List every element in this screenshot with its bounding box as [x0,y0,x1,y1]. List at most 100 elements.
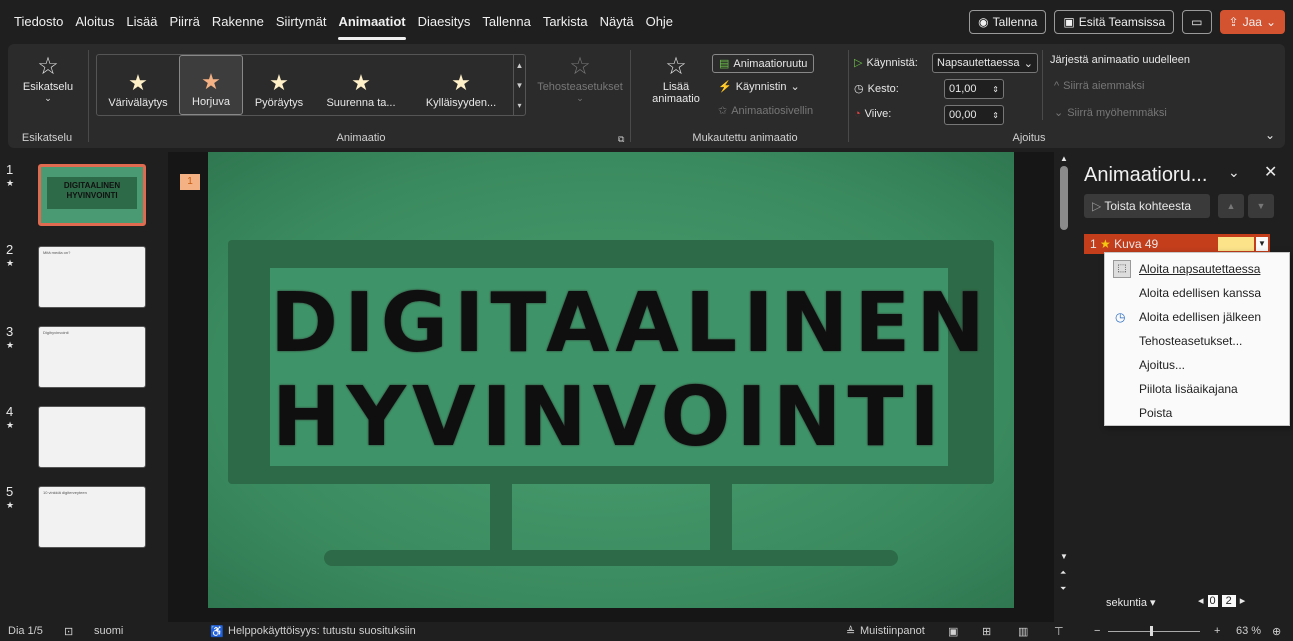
editor-scrollbar[interactable]: ▲ ▼ ⏶ ⏷ [1054,152,1076,622]
title-line-2[interactable]: HYVINVOINTI [270,370,948,465]
anim-teeter[interactable]: ★ Horjuva [179,55,243,115]
tab-transitions[interactable]: Siirtymät [270,0,333,44]
slide-canvas[interactable]: DIGITAALINEN HYVINVOINTI [208,152,1014,608]
menu-start-with-previous[interactable]: Aloita edellisen kanssa [1105,281,1289,305]
tab-slideshow[interactable]: Diaesitys [412,0,477,44]
slide-thumbnail-4[interactable] [38,406,146,468]
add-animation-button[interactable]: ☆ Lisää animaatio [648,52,704,105]
previous-slide-icon[interactable]: ⏶ [1060,568,1066,578]
notes-button[interactable]: Muistiinpanot [860,625,925,637]
slideshow-icon[interactable]: ⊤ [1054,625,1064,638]
slide-thumbnail-5[interactable]: 10 vinkkiä digiterveyteen [38,486,146,548]
anim-desaturate[interactable]: ★ Kylläisyyden... [411,55,511,115]
zoom-thumb[interactable] [1150,626,1153,636]
tab-review[interactable]: Tarkista [537,0,594,44]
spinner-icon[interactable]: ⇕ [992,85,999,94]
anim-spin[interactable]: ★ Pyöräytys [247,55,311,115]
animation-star-icon: ★ [6,420,15,430]
menu-start-after-previous[interactable]: ◷ Aloita edellisen jälkeen [1105,305,1289,329]
effect-options-button[interactable]: ☆ Tehosteasetukset ⌄ [532,52,628,104]
slide-thumbnail-3[interactable]: Digihyvinvointi [38,326,146,388]
move-up-button[interactable]: ▲ [1218,194,1244,218]
chevron-up-icon[interactable]: ▲ [516,61,524,70]
language-indicator[interactable]: suomi [94,625,123,637]
menu-timing[interactable]: Ajoitus... [1105,353,1289,377]
comments-button[interactable]: ▭ [1182,10,1212,34]
gallery-scroll[interactable]: ▲ ▼ ▾ [513,55,525,115]
seconds-dropdown[interactable]: sekuntia ▾ [1106,596,1156,609]
move-down-button[interactable]: ▼ [1248,194,1274,218]
tab-file[interactable]: Tiedosto [8,0,69,44]
item-number: 1 [1090,237,1097,251]
top-buttons: ◉ Tallenna ▣ Esitä Teamsissa ▭ ⇪ Jaa ⌄ [969,10,1285,34]
normal-view-icon[interactable]: ▣ [948,625,958,638]
tab-record[interactable]: Tallenna [476,0,536,44]
zoom-slider[interactable] [1108,631,1200,632]
menu-effect-options[interactable]: Tehosteasetukset... [1105,329,1289,353]
move-earlier-button[interactable]: ^ Siirrä aiemmaksi [1054,80,1144,92]
spinner-icon[interactable]: ⇕ [992,111,999,120]
title-line-1[interactable]: DIGITAALINEN [270,276,985,371]
star-icon: ★ [451,70,471,95]
chevron-right-icon[interactable]: ▸ [1240,594,1246,607]
trigger-button[interactable]: ⚡ Käynnistin ⌄ [718,80,800,94]
next-slide-icon[interactable]: ⏷ [1060,584,1066,594]
scroll-thumb[interactable] [1060,166,1068,230]
pane-icon: ▤ [719,58,730,70]
preview-button[interactable]: ☆ Esikatselu ⌄ [20,52,76,104]
pane-options-icon[interactable]: ⌄ [1228,164,1240,181]
slide-thumbnail-2[interactable]: Mitä media on? [38,246,146,308]
tab-animations[interactable]: Animaatiot [332,0,411,44]
move-later-button[interactable]: ⌄ Siirrä myöhemmäksi [1054,106,1167,120]
present-teams-button[interactable]: ▣ Esitä Teamsissa [1054,10,1175,34]
menu-tabs: Tiedosto Aloitus Lisää Piirrä Rakenne Si… [0,0,679,44]
tab-home[interactable]: Aloitus [69,0,120,44]
chevron-down-icon[interactable]: ▼ [516,81,524,90]
anim-flash[interactable]: ★ Väriväläytys [99,55,177,115]
record-button[interactable]: ◉ Tallenna [969,10,1047,34]
animation-item[interactable]: 1 ★ Kuva 49 ▼ [1084,234,1270,254]
start-label: Käynnistä: [866,56,918,69]
fit-to-window-icon[interactable]: ⊕ [1272,625,1281,638]
accessibility-status[interactable]: Helppokäyttöisyys: tutustu suosituksiin [228,625,416,637]
duration-field[interactable]: 01,00 ⇕ [944,79,1004,99]
tab-help[interactable]: Ohje [640,0,679,44]
dialog-launcher-icon[interactable]: ⧉ [618,134,624,145]
share-button[interactable]: ⇪ Jaa ⌄ [1219,10,1285,34]
anim-grow[interactable]: ★ Suurenna ta... [313,55,409,115]
zoom-level[interactable]: 63 % [1236,625,1261,637]
start-select[interactable]: Napsautettaessa ⌄ [932,53,1038,73]
record-label: Tallenna [992,15,1038,29]
menu-hide-timeline[interactable]: Piilota lisäaikajana [1105,377,1289,401]
menu-remove[interactable]: Poista [1105,401,1289,425]
item-dropdown-icon[interactable]: ▼ [1256,237,1268,251]
zoom-out-icon[interactable]: − [1094,625,1100,637]
tab-design[interactable]: Rakenne [206,0,270,44]
animation-order-badge[interactable]: 1 [180,174,200,190]
slide-sorter-icon[interactable]: ⊞ [982,625,991,638]
scroll-down-icon[interactable]: ▼ [1060,552,1068,561]
move-later-label: Siirrä myöhemmäksi [1067,106,1167,119]
timeline-scale[interactable]: ◂ 0 2 ▸ [1198,594,1245,607]
reading-view-icon[interactable]: ▥ [1018,625,1028,638]
tab-view[interactable]: Näytä [594,0,640,44]
divider [630,50,631,142]
menu-start-on-click[interactable]: ⬚ Aloita napsautettaessa [1105,257,1289,281]
scroll-up-icon[interactable]: ▲ [1060,154,1068,163]
collapse-ribbon-icon[interactable]: ⌄ [1265,128,1275,142]
tab-draw[interactable]: Piirrä [164,0,206,44]
tab-insert[interactable]: Lisää [120,0,163,44]
close-icon[interactable]: ✕ [1264,162,1277,182]
share-icon: ⇪ [1228,15,1239,29]
animation-star-icon: ★ [6,178,15,188]
more-icon[interactable]: ▾ [517,101,521,110]
animation-pane-button[interactable]: ▤ Animaatioruutu [712,54,815,73]
animation-painter-button[interactable]: ✩ Animaatiosivellin [718,104,813,118]
thumb-title: 10 vinkkiä digiterveyteen [43,490,87,495]
chevron-left-icon[interactable]: ◂ [1198,594,1204,607]
spelling-icon[interactable]: ⊡ [64,625,73,638]
delay-field[interactable]: 00,00 ⇕ [944,105,1004,125]
zoom-in-icon[interactable]: + [1214,625,1220,637]
slide-thumbnail-1[interactable]: DIGITAALINEN HYVINVOINTI [38,164,146,226]
play-from-button[interactable]: ▷ Toista kohteesta [1084,194,1210,218]
